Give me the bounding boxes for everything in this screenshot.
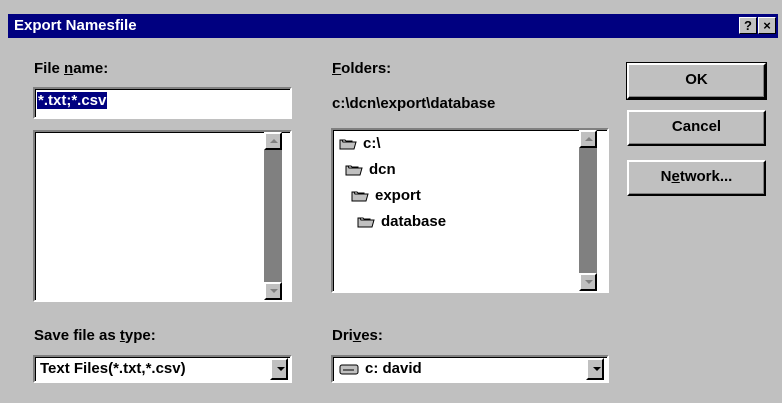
folder-list-scrollbar[interactable] [579, 130, 597, 291]
file-name-label: File name: [34, 60, 109, 77]
drives-dropdown-button[interactable] [586, 358, 604, 380]
folder-item-c[interactable]: c:\ [339, 134, 381, 154]
save-type-dropdown-button[interactable] [270, 358, 288, 380]
folder-tree-list[interactable]: c:\ dcn export database [331, 128, 609, 293]
open-folder-icon [345, 165, 363, 176]
current-folder-path: c:\dcn\export\database [332, 95, 496, 112]
title-bar[interactable]: Export Namesfile ? × [8, 14, 778, 38]
folder-item-dcn[interactable]: dcn [345, 160, 396, 180]
chevron-down-icon [593, 367, 601, 371]
arrow-up-icon [585, 137, 593, 141]
window-title: Export Namesfile [14, 17, 137, 34]
folder-item-export[interactable]: export [351, 186, 421, 206]
help-icon: ? [744, 18, 752, 33]
network-button[interactable]: Network... [627, 160, 766, 196]
save-type-value: Text Files(*.txt,*.csv) [40, 360, 186, 377]
open-folder-icon [339, 139, 357, 150]
drives-select[interactable]: c: david [331, 355, 609, 383]
file-name-value: *.txt;*.csv [37, 92, 108, 109]
scroll-down-button[interactable] [579, 273, 597, 291]
save-type-label: Save file as type: [34, 327, 156, 344]
file-list[interactable] [33, 130, 292, 302]
help-button[interactable]: ? [739, 17, 757, 34]
export-namesfile-dialog: Export Namesfile ? × File name: *.txt;*.… [0, 0, 782, 403]
open-folder-icon [357, 217, 375, 228]
folders-label: Folders: [332, 60, 392, 77]
drive-icon [339, 364, 359, 375]
scroll-down-button[interactable] [264, 282, 282, 300]
scroll-up-button[interactable] [579, 130, 597, 148]
scroll-up-button[interactable] [264, 132, 282, 150]
chevron-down-icon [277, 367, 285, 371]
drives-label: Drives: [332, 327, 383, 344]
arrow-down-icon [585, 280, 593, 284]
folder-item-database[interactable]: database [357, 212, 446, 232]
arrow-down-icon [270, 289, 278, 293]
save-type-select[interactable]: Text Files(*.txt,*.csv) [33, 355, 292, 383]
ok-button[interactable]: OK [626, 62, 767, 100]
close-button[interactable]: × [758, 17, 776, 34]
cancel-button[interactable]: Cancel [627, 110, 766, 146]
drives-value: c: david [365, 360, 422, 377]
file-list-scrollbar[interactable] [264, 132, 282, 300]
file-name-input[interactable]: *.txt;*.csv [33, 87, 292, 119]
close-icon: × [763, 18, 771, 33]
arrow-up-icon [270, 139, 278, 143]
open-folder-icon [351, 191, 369, 202]
